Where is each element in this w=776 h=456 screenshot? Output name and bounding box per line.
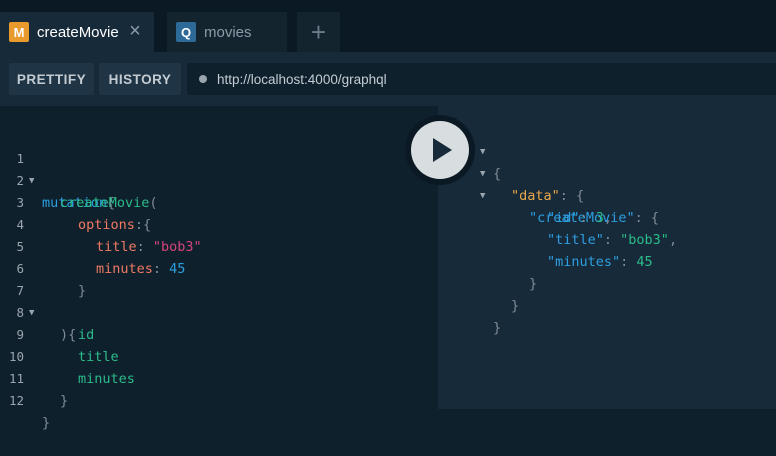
punctuation: : [152,261,170,277]
close-icon[interactable]: × [125,21,145,41]
brace: } [529,276,538,292]
json-key: "minutes" [547,254,621,270]
brace: } [493,320,502,336]
editor-line: 9 title [0,302,118,365]
comma: , [668,232,678,248]
punctuation: : [603,232,621,248]
history-button[interactable]: HISTORY [99,63,181,95]
fold-caret-icon[interactable]: ▼ [480,163,485,185]
number-value: 45 [169,261,186,277]
brace: { [493,166,502,182]
editor-line: 2 createMovie( [0,148,157,211]
punctuation: :{ [134,217,152,233]
result-line: "minutes": 45 [438,229,653,270]
tab-createmovie[interactable]: M createMovie × [0,12,154,52]
argument-name: minutes [96,261,153,277]
editor-line: 1 ▼ mutation{ [0,126,115,211]
editor-line: 12 } [0,368,50,431]
punctuation: : [579,210,596,226]
tab-movies[interactable]: Q movies [167,12,287,52]
comma: , [603,210,613,226]
editor-line: 8 id [0,280,94,343]
editor-line: 11 } [0,346,68,409]
punctuation: : [136,239,153,255]
tab-label: movies [204,23,252,41]
argument-name: options [78,217,135,233]
brace: } [42,415,51,431]
result-line: "id": 3, [438,185,612,226]
mutation-badge: M [9,22,29,42]
json-number: 45 [636,254,653,270]
json-key: "id" [547,210,580,226]
brace: ){ [60,327,77,343]
paren: ( [149,195,158,211]
selection-field: title [78,349,119,365]
result-line: "title": "bob3", [438,207,677,248]
endpoint-url: http://localhost:4000/graphql [217,71,387,87]
punctuation: : { [634,210,660,226]
query-editor[interactable]: 1 ▼ mutation{ 2 createMovie( 3 options:{… [0,106,438,431]
selection-field: minutes [78,371,135,387]
argument-name: title [96,239,137,255]
string-value: "bob3" [152,239,202,255]
editor-line: 4 title: "bob3" [0,192,201,255]
result-line: } [438,273,519,314]
editor-line: 10 minutes [0,324,135,387]
json-key: "title" [547,232,604,248]
brace: } [78,283,87,299]
add-tab-button[interactable]: + [297,12,340,52]
tab-bar: M createMovie × Q movies + [0,0,776,52]
brace: } [511,298,520,314]
execute-query-button[interactable] [405,115,475,185]
result-line: } [438,295,501,336]
json-key: "data" [511,188,560,204]
result-line: } [438,251,537,292]
tab-label: createMovie [37,23,119,41]
punctuation: : { [559,188,585,204]
query-badge: Q [176,22,196,42]
status-dot-icon [199,75,207,83]
fold-caret-icon[interactable]: ▼ [480,141,485,163]
toolbar: PRETTIFY HISTORY http://localhost:4000/g… [0,52,776,106]
editor-line: 6 } [0,236,86,299]
endpoint-url-field[interactable]: http://localhost:4000/graphql [187,63,776,95]
play-button-face [411,121,469,179]
editor-line: 5 minutes: 45 [0,214,185,277]
mutation-field: createMovie [60,195,150,211]
json-number: 3 [595,210,604,226]
json-string: "bob3" [620,232,669,248]
prettify-button[interactable]: PRETTIFY [9,63,94,95]
selection-field: id [78,327,95,343]
punctuation: : [620,254,637,270]
play-icon [433,138,452,162]
result-pane: ▼ { ▼ "data": { ▼ "createMovie": { "id":… [438,106,776,409]
editor-line: 3 options:{ [0,170,151,233]
fold-caret-icon[interactable]: ▼ [480,185,485,207]
editor-line: 7 ▼ ){ [0,258,76,343]
